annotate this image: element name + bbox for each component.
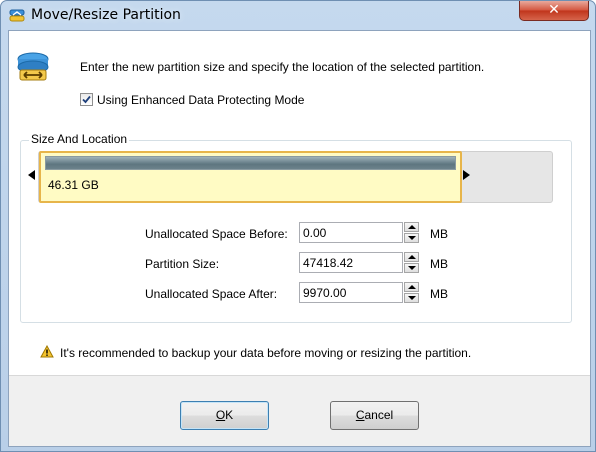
intro-text: Enter the new partition size and specify… [80,60,485,74]
partition-size-increment[interactable] [404,252,419,262]
cancel-label-rest: ancel [364,408,394,422]
partition-size-label: 46.31 GB [48,178,99,192]
ok-label-rest: K [225,408,234,422]
partition-size-field-label: Partition Size: [145,257,220,271]
checkmark-icon [82,95,91,104]
dialog-window: Move/Resize Partition ✕ Enter the new pa… [0,0,596,452]
partition-size-decrement[interactable] [404,263,419,273]
button-area [9,375,590,446]
ok-mnemonic: O [215,408,226,422]
unallocated-after-input[interactable] [299,282,403,303]
unallocated-after-increment[interactable] [404,282,419,292]
right-resize-handle[interactable] [463,170,470,180]
partition-size-unit: MB [430,257,448,271]
size-location-title: Size And Location [29,132,130,146]
dialog-body: Enter the new partition size and specify… [8,30,591,447]
window-title: Move/Resize Partition [31,7,181,23]
unallocated-before-label: Unallocated Space Before: [145,227,288,241]
partition-size-spinner [404,252,419,273]
unallocated-after-decrement[interactable] [404,293,419,303]
app-partition-icon [9,9,25,22]
enhanced-mode-checkbox[interactable] [80,93,93,106]
partition-usage-bar [45,156,456,170]
left-resize-handle[interactable] [28,170,35,180]
enhanced-mode-label: Using Enhanced Data Protecting Mode [97,93,305,107]
unallocated-before-increment[interactable] [404,222,419,232]
unallocated-before-spinner [404,222,419,243]
backup-warning-text: It's recommended to backup your data bef… [60,346,472,360]
close-icon: ✕ [548,2,560,18]
partition-block[interactable]: 46.31 GB [39,151,462,203]
cancel-button[interactable]: Cancel [330,401,419,430]
unallocated-after-unit: MB [430,287,448,301]
warning-icon [40,345,54,358]
ok-button[interactable]: OK [180,401,269,430]
unallocated-after-label: Unallocated Space After: [145,287,278,301]
unallocated-after-spinner [404,282,419,303]
divider [9,375,590,376]
unallocated-before-decrement[interactable] [404,233,419,243]
resize-partition-icon [17,52,49,81]
partition-size-input[interactable] [299,252,403,273]
unallocated-before-input[interactable] [299,222,403,243]
close-button[interactable]: ✕ [519,1,589,21]
unallocated-before-unit: MB [430,227,448,241]
title-bar[interactable]: Move/Resize Partition ✕ [1,1,595,31]
